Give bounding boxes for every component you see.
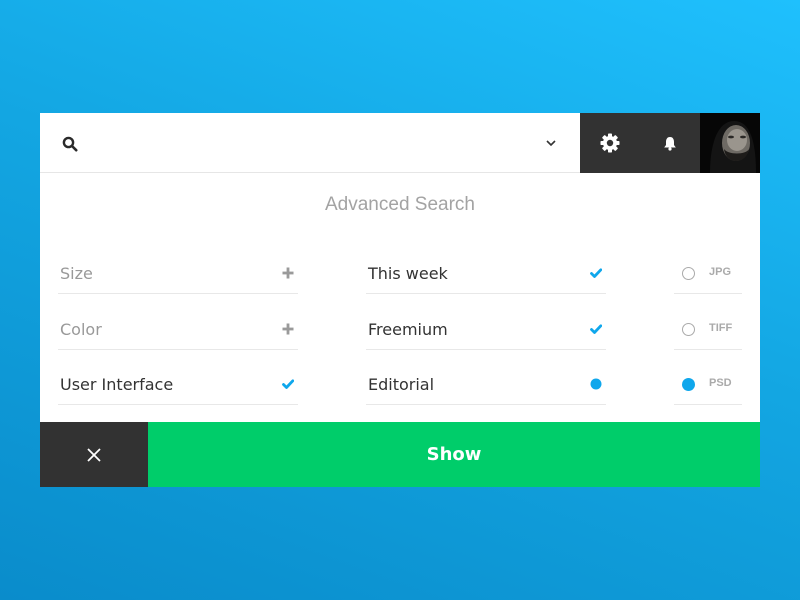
search-icon bbox=[62, 136, 78, 152]
page-title: Advanced Search bbox=[325, 194, 475, 215]
bell-icon bbox=[664, 136, 676, 151]
plus-icon[interactable] bbox=[282, 267, 294, 279]
avatar[interactable] bbox=[700, 113, 760, 173]
check-icon[interactable] bbox=[590, 323, 602, 335]
radio-icon[interactable] bbox=[682, 267, 695, 280]
radio-icon[interactable] bbox=[682, 323, 695, 336]
filter-editorial[interactable]: Editorial bbox=[366, 364, 606, 405]
format-jpg[interactable]: JPG bbox=[674, 253, 742, 294]
notifications-button[interactable] bbox=[640, 113, 700, 173]
dot-icon[interactable] bbox=[590, 378, 602, 390]
format-label: TIFF bbox=[709, 322, 733, 334]
toolbar bbox=[580, 113, 700, 173]
gear-icon bbox=[600, 133, 620, 153]
close-button[interactable] bbox=[40, 422, 148, 487]
search-header bbox=[40, 113, 760, 173]
filter-freemium[interactable]: Freemium bbox=[366, 309, 606, 350]
filter-label: This week bbox=[368, 264, 448, 283]
filter-label: Freemium bbox=[368, 320, 448, 339]
format-label: PSD bbox=[709, 377, 732, 389]
footer: Show bbox=[40, 422, 760, 487]
filter-label: Color bbox=[60, 320, 102, 339]
filter-user-interface[interactable]: User Interface bbox=[58, 364, 298, 405]
close-icon bbox=[87, 447, 101, 462]
filter-size[interactable]: Size bbox=[58, 253, 298, 294]
filter-label: User Interface bbox=[60, 375, 174, 394]
radio-selected-icon[interactable] bbox=[682, 378, 695, 391]
format-label: JPG bbox=[709, 266, 732, 278]
format-psd[interactable]: PSD bbox=[674, 364, 742, 405]
plus-icon[interactable] bbox=[282, 323, 294, 335]
check-icon[interactable] bbox=[282, 378, 294, 390]
show-button[interactable]: Show bbox=[148, 422, 760, 487]
chevron-down-icon[interactable] bbox=[545, 138, 557, 148]
advanced-search-panel: Advanced Search Size Color User Interfac… bbox=[40, 113, 760, 487]
format-tiff[interactable]: TIFF bbox=[674, 309, 742, 350]
filter-this-week[interactable]: This week bbox=[366, 253, 606, 294]
settings-button[interactable] bbox=[580, 113, 640, 173]
avatar-image bbox=[700, 113, 760, 173]
check-icon[interactable] bbox=[590, 267, 602, 279]
filter-label: Editorial bbox=[368, 375, 435, 394]
search-input[interactable] bbox=[90, 123, 530, 163]
filter-color[interactable]: Color bbox=[58, 309, 298, 350]
search-bar bbox=[40, 113, 580, 173]
filter-label: Size bbox=[60, 264, 93, 283]
